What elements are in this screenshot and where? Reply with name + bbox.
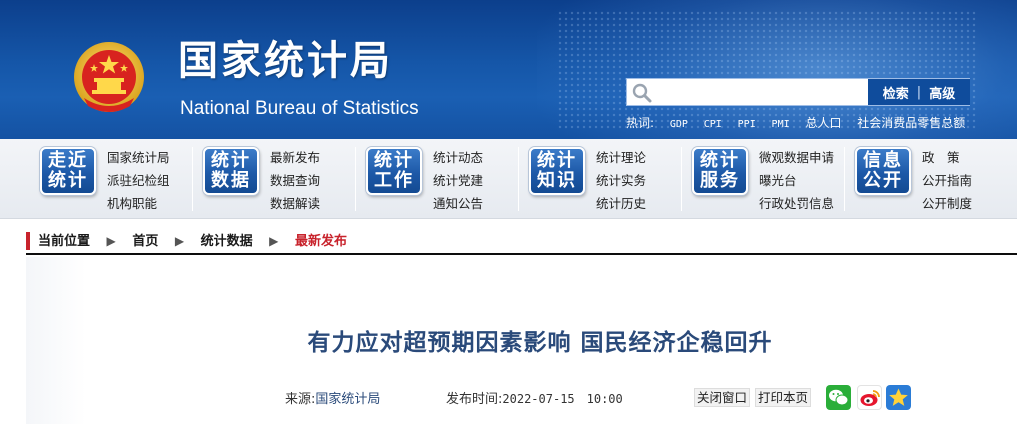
- nav-link[interactable]: 派驻纪检组: [107, 169, 170, 192]
- nav-badge-line: 统计: [211, 150, 251, 171]
- article-publish-time: 发布时间:2022-07-15 10:00: [446, 388, 623, 407]
- nav-badge-line: 工作: [374, 170, 414, 191]
- hotword-pmi[interactable]: PMI: [772, 119, 790, 130]
- nav-badge-line: 公开: [863, 170, 903, 191]
- nav-link[interactable]: 公开指南: [922, 169, 972, 192]
- nav-links: 微观数据申请 曝光台 行政处罚信息: [759, 146, 834, 215]
- nav-link[interactable]: 行政处罚信息: [759, 192, 834, 215]
- nav-badge-disclosure[interactable]: 信息 公开: [855, 147, 911, 195]
- hotword-ppi[interactable]: PPI: [738, 119, 756, 130]
- publish-time-label: 发布时间:: [446, 392, 503, 407]
- hotwords-bar: 热词: GDP CPI PPI PMI 总人口 社会消费品零售总额: [626, 114, 965, 132]
- wechat-icon[interactable]: [826, 385, 851, 410]
- nav-badge-line: 知识: [537, 170, 577, 191]
- article-title: 有力应对超预期因素影响 国民经济企稳回升: [307, 330, 773, 356]
- source-label: 来源:: [285, 392, 316, 407]
- breadcrumb-statistics-data[interactable]: 统计数据: [201, 234, 253, 249]
- nav-divider: [518, 147, 519, 211]
- nav-badge-line: 统计: [700, 150, 740, 171]
- source-value: 国家统计局: [315, 392, 381, 407]
- nav-badge-line: 统计: [537, 150, 577, 171]
- nav-link[interactable]: 通知公告: [433, 192, 483, 215]
- nav-link[interactable]: 曝光台: [759, 169, 834, 192]
- weibo-icon[interactable]: [857, 385, 882, 410]
- nav-link[interactable]: 机构职能: [107, 192, 170, 215]
- nav-badge-line: 数据: [211, 170, 251, 191]
- nav-links: 政 策 公开指南 公开制度: [922, 146, 972, 215]
- article-source: 来源:国家统计局: [285, 388, 380, 407]
- nav-divider: [681, 147, 682, 211]
- qzone-icon[interactable]: [886, 385, 911, 410]
- nav-link[interactable]: 统计实务: [596, 169, 646, 192]
- search-buttons: 检索 | 高级: [868, 79, 970, 105]
- nav-link[interactable]: 最新发布: [270, 146, 320, 169]
- publish-time-value: 2022-07-15 10:00: [502, 392, 623, 406]
- nav-badge-service[interactable]: 统计 服务: [692, 147, 748, 195]
- nav-links: 统计动态 统计党建 通知公告: [433, 146, 483, 215]
- nav-links: 最新发布 数据查询 数据解读: [270, 146, 320, 215]
- breadcrumb-trail: 当前位置 ▶ 首页 ▶ 统计数据 ▶ 最新发布: [38, 228, 347, 255]
- nav-link[interactable]: 公开制度: [922, 192, 972, 215]
- weibo-glyph-icon: [860, 389, 880, 406]
- breadcrumb-current[interactable]: 最新发布: [295, 234, 347, 249]
- nav-link[interactable]: 统计动态: [433, 146, 483, 169]
- nav-link[interactable]: 统计历史: [596, 192, 646, 215]
- hotword-cpi[interactable]: CPI: [704, 119, 722, 130]
- breadcrumb-marker: [26, 232, 30, 250]
- nav-link[interactable]: 政 策: [922, 146, 972, 169]
- world-map-dots: [557, 10, 977, 130]
- breadcrumb-arrow-icon: ▶: [106, 234, 116, 248]
- close-window-button[interactable]: 关闭窗口: [694, 388, 751, 407]
- advanced-search-button[interactable]: 高级: [929, 83, 955, 102]
- site-title: 国家统计局: [178, 38, 393, 84]
- hotword-population[interactable]: 总人口: [805, 116, 841, 130]
- nav-link[interactable]: 数据查询: [270, 169, 320, 192]
- star-icon: [889, 388, 908, 406]
- nav-divider: [844, 147, 845, 211]
- site-header: 国家统计局 National Bureau of Statistics 检索 |…: [0, 0, 1017, 139]
- nav-badge-line: 信息: [863, 150, 903, 171]
- main-navigation: 走近 统计 国家统计局 派驻纪检组 机构职能 统计 数据 最新发布 数据查询 数…: [0, 139, 1017, 219]
- nav-link[interactable]: 数据解读: [270, 192, 320, 215]
- site-subtitle: National Bureau of Statistics: [180, 98, 419, 119]
- nav-divider: [355, 147, 356, 211]
- nav-divider: [192, 147, 193, 211]
- hotword-gdp[interactable]: GDP: [670, 119, 688, 130]
- hotwords-label: 热词:: [626, 116, 655, 130]
- search-input[interactable]: [657, 79, 867, 105]
- nav-badge-about[interactable]: 走近 统计: [40, 147, 96, 195]
- breadcrumb: 当前位置 ▶ 首页 ▶ 统计数据 ▶ 最新发布: [26, 228, 1017, 255]
- nav-links: 国家统计局 派驻纪检组 机构职能: [107, 146, 170, 215]
- search-box: 检索 | 高级: [626, 78, 970, 106]
- nav-link[interactable]: 国家统计局: [107, 146, 170, 169]
- nav-link[interactable]: 统计党建: [433, 169, 483, 192]
- nav-badge-line: 统计: [48, 170, 88, 191]
- wechat-glyph-icon: [829, 389, 849, 406]
- search-icon: [632, 83, 652, 103]
- nav-badge-line: 走近: [48, 150, 88, 171]
- breadcrumb-arrow-icon: ▶: [269, 234, 279, 248]
- nav-badge-line: 服务: [700, 170, 740, 191]
- breadcrumb-home[interactable]: 首页: [132, 234, 158, 249]
- nav-badge-knowledge[interactable]: 统计 知识: [529, 147, 585, 195]
- breadcrumb-label: 当前位置: [38, 234, 91, 249]
- nav-badge-line: 统计: [374, 150, 414, 171]
- hotword-retail-sales[interactable]: 社会消费品零售总额: [857, 116, 965, 130]
- search-button[interactable]: 检索: [883, 83, 909, 102]
- nav-links: 统计理论 统计实务 统计历史: [596, 146, 646, 215]
- nav-badge-work[interactable]: 统计 工作: [366, 147, 422, 195]
- nav-link[interactable]: 微观数据申请: [759, 146, 834, 169]
- print-page-button[interactable]: 打印本页: [755, 388, 812, 407]
- nav-badge-data[interactable]: 统计 数据: [203, 147, 259, 195]
- nav-link[interactable]: 统计理论: [596, 146, 646, 169]
- national-emblem-icon: [74, 42, 144, 112]
- search-separator: |: [916, 84, 922, 100]
- breadcrumb-arrow-icon: ▶: [174, 234, 185, 248]
